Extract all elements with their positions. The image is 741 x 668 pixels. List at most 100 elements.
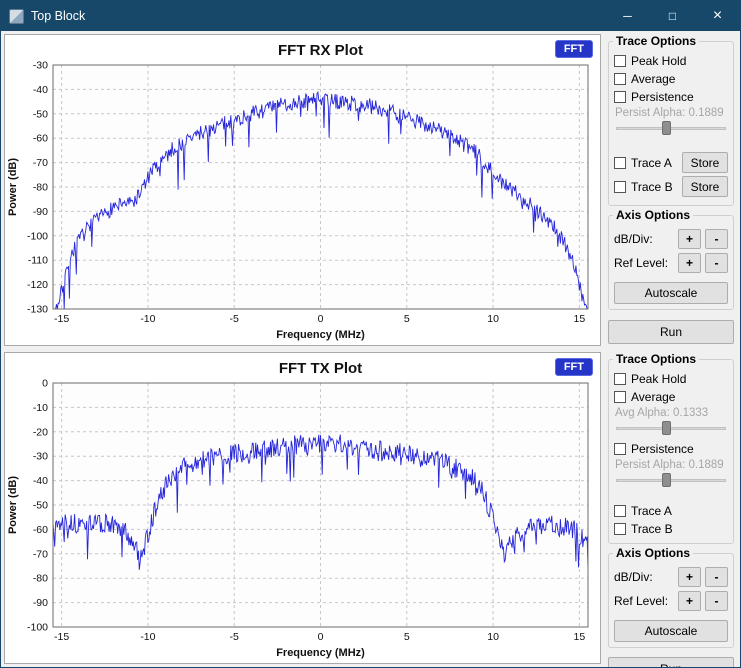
persist-alpha-label: Persist Alpha: 0.1889 (615, 107, 728, 119)
ref-level-minus-button[interactable]: - (705, 253, 728, 273)
store-trace-a-button[interactable]: Store (682, 152, 728, 173)
svg-text:-60: -60 (33, 133, 48, 145)
persistence-checkbox[interactable] (614, 91, 626, 103)
slider-track (616, 127, 726, 130)
trace-options-title: Trace Options (613, 34, 699, 48)
persistence-label: Persistence (631, 90, 694, 104)
svg-text:-10: -10 (140, 313, 155, 325)
svg-text:-80: -80 (33, 573, 48, 585)
ref-level-row: Ref Level: + - (614, 591, 728, 611)
trace-b-label: Trace B (631, 180, 673, 194)
close-button[interactable]: × (695, 1, 740, 31)
persistence-label: Persistence (631, 442, 694, 456)
run-button[interactable]: Run (608, 657, 734, 668)
average-checkbox[interactable] (614, 73, 626, 85)
svg-text:-130: -130 (27, 304, 48, 316)
store-trace-b-button[interactable]: Store (682, 176, 728, 197)
ref-level-plus-button[interactable]: + (678, 591, 701, 611)
svg-text:-10: -10 (140, 631, 155, 643)
svg-text:-5: -5 (230, 313, 239, 325)
svg-text:-70: -70 (33, 548, 48, 560)
trace-b-row: Trace B (614, 520, 728, 537)
axis-options-group: Axis Options dB/Div: + - Ref Level: + - … (608, 553, 734, 648)
trace-a-checkbox[interactable] (614, 157, 626, 169)
svg-text:-30: -30 (33, 60, 48, 72)
trace-options-group: Trace Options Peak Hold Average Avg Alph… (608, 359, 734, 544)
svg-text:Frequency (MHz): Frequency (MHz) (276, 329, 365, 341)
autoscale-button[interactable]: Autoscale (614, 282, 728, 304)
db-div-label: dB/Div: (614, 570, 674, 584)
autoscale-button[interactable]: Autoscale (614, 620, 728, 642)
ref-level-label: Ref Level: (614, 594, 674, 608)
svg-text:-15: -15 (54, 313, 69, 325)
persist-alpha-slider[interactable] (616, 120, 726, 136)
svg-text:0: 0 (318, 313, 324, 325)
avg-alpha-label: Avg Alpha: 0.1333 (615, 407, 728, 419)
svg-text:15: 15 (574, 313, 586, 325)
peak-hold-row: Peak Hold (614, 370, 728, 387)
db-div-plus-button[interactable]: + (678, 229, 701, 249)
ref-level-row: Ref Level: + - (614, 253, 728, 273)
peak-hold-checkbox[interactable] (614, 55, 626, 67)
axis-options-group: Axis Options dB/Div: + - Ref Level: + - … (608, 215, 734, 310)
trace-a-checkbox[interactable] (614, 505, 626, 517)
db-div-row: dB/Div: + - (614, 229, 728, 249)
svg-text:Power (dB): Power (dB) (7, 476, 19, 534)
persist-alpha-slider[interactable] (616, 472, 726, 488)
fft-control-button[interactable]: FFT (555, 358, 593, 376)
svg-text:-50: -50 (33, 500, 48, 512)
trace-b-checkbox[interactable] (614, 181, 626, 193)
trace-b-checkbox[interactable] (614, 523, 626, 535)
slider-handle[interactable] (662, 421, 671, 435)
svg-text:-30: -30 (33, 451, 48, 463)
average-checkbox[interactable] (614, 391, 626, 403)
svg-text:0: 0 (42, 378, 48, 390)
trace-a-label: Trace A (631, 504, 672, 518)
svg-text:10: 10 (487, 313, 499, 325)
fft-control-button[interactable]: FFT (555, 40, 593, 58)
trace-options-group: Trace Options Peak Hold Average Persiste… (608, 41, 734, 206)
ref-level-plus-button[interactable]: + (678, 253, 701, 273)
svg-text:-5: -5 (230, 631, 239, 643)
svg-text:FFT TX Plot: FFT TX Plot (279, 360, 362, 377)
window-content: FFT RX Plot-30-40-50-60-70-80-90-100-110… (1, 31, 740, 667)
average-label: Average (631, 390, 675, 404)
minimize-button[interactable]: ─ (605, 1, 650, 31)
fft-rx-chart-canvas[interactable]: FFT RX Plot-30-40-50-60-70-80-90-100-110… (4, 34, 601, 346)
peak-hold-label: Peak Hold (631, 54, 686, 68)
trace-b-label: Trace B (631, 522, 673, 536)
titlebar: Top Block ─ □ × (1, 1, 740, 31)
average-row: Average (614, 388, 728, 405)
trace-b-row: Trace B Store (614, 176, 728, 197)
top-block-window: Top Block ─ □ × FFT RX Plot-30-40-50-60-… (0, 0, 741, 668)
slider-track (616, 427, 726, 430)
run-button[interactable]: Run (608, 320, 734, 344)
db-div-plus-button[interactable]: + (678, 567, 701, 587)
svg-text:-20: -20 (33, 426, 48, 438)
maximize-button[interactable]: □ (650, 1, 695, 31)
ref-level-minus-button[interactable]: - (705, 591, 728, 611)
peak-hold-checkbox[interactable] (614, 373, 626, 385)
svg-text:-15: -15 (54, 631, 69, 643)
average-label: Average (631, 72, 675, 86)
rx-sidebar: Trace Options Peak Hold Average Persiste… (603, 31, 740, 349)
peak-hold-row: Peak Hold (614, 52, 728, 69)
ref-level-label: Ref Level: (614, 256, 674, 270)
persist-alpha-label: Persist Alpha: 0.1889 (615, 459, 728, 471)
svg-text:-40: -40 (33, 84, 48, 96)
tx-sidebar: Trace Options Peak Hold Average Avg Alph… (603, 349, 740, 667)
slider-handle[interactable] (662, 121, 671, 135)
fft-tx-panel: FFT TX Plot0-10-20-30-40-50-60-70-80-90-… (1, 349, 740, 667)
window-controls: ─ □ × (605, 1, 740, 31)
db-div-minus-button[interactable]: - (705, 229, 728, 249)
svg-text:-60: -60 (33, 524, 48, 536)
persistence-checkbox[interactable] (614, 443, 626, 455)
svg-text:5: 5 (404, 313, 410, 325)
db-div-minus-button[interactable]: - (705, 567, 728, 587)
avg-alpha-slider[interactable] (616, 420, 726, 436)
fft-rx-panel: FFT RX Plot-30-40-50-60-70-80-90-100-110… (1, 31, 740, 349)
fft-tx-chart-canvas[interactable]: FFT TX Plot0-10-20-30-40-50-60-70-80-90-… (4, 352, 601, 664)
slider-handle[interactable] (662, 473, 671, 487)
svg-text:10: 10 (487, 631, 499, 643)
trace-a-row: Trace A Store (614, 152, 728, 173)
